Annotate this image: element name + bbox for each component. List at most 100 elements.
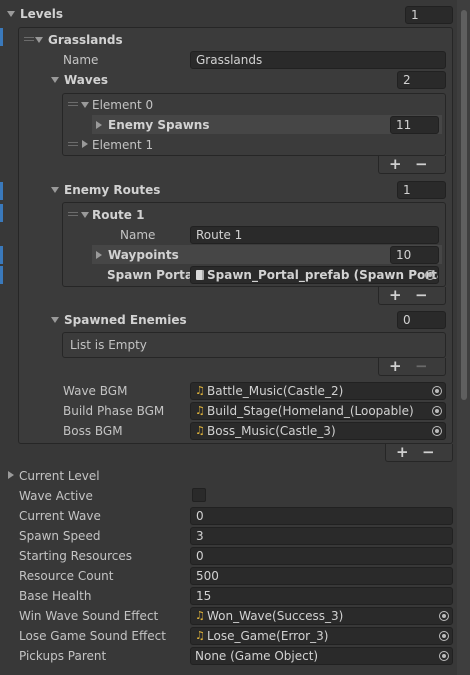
music-note-icon: ♫ bbox=[195, 629, 205, 642]
drag-handle-icon[interactable] bbox=[24, 37, 34, 41]
selection-marker bbox=[0, 246, 3, 264]
remove-spawned-enemy-button: − bbox=[415, 357, 428, 375]
remove-level-button[interactable]: − bbox=[422, 444, 435, 460]
route-name-field[interactable]: Route 1 bbox=[190, 226, 439, 244]
resource-count-label: Resource Count bbox=[19, 569, 114, 583]
drag-handle-icon[interactable] bbox=[68, 212, 78, 216]
waypoints-foldout-icon[interactable] bbox=[96, 251, 102, 259]
wave-bgm-value: Battle_Music(Castle_2) bbox=[207, 384, 344, 398]
music-note-icon: ♫ bbox=[195, 609, 205, 622]
element-1-foldout-icon[interactable] bbox=[82, 140, 88, 148]
current-level-foldout-icon[interactable] bbox=[8, 471, 14, 479]
levels-size-field[interactable]: 1 bbox=[405, 6, 453, 24]
list-empty-text: List is Empty bbox=[70, 338, 147, 352]
route-1-label[interactable]: Route 1 bbox=[92, 207, 144, 223]
build-phase-bgm-value: Build_Stage(Homeland_(Loopable) bbox=[207, 404, 414, 418]
enemy-spawns-label[interactable]: Enemy Spawns bbox=[108, 117, 209, 133]
win-wave-sfx-field[interactable]: ♫ Won_Wave(Success_3) bbox=[190, 607, 453, 625]
lose-game-sfx-value: Lose_Game(Error_3) bbox=[207, 629, 329, 643]
spawned-enemies-size-field[interactable]: 0 bbox=[397, 311, 446, 329]
music-note-icon: ♫ bbox=[195, 404, 205, 417]
object-picker-icon[interactable] bbox=[439, 611, 449, 621]
route-1-foldout-icon[interactable] bbox=[81, 212, 89, 218]
wave-bgm-field[interactable]: ♫ Battle_Music(Castle_2) bbox=[190, 382, 446, 400]
element-1-label[interactable]: Element 1 bbox=[92, 137, 153, 153]
lose-game-sfx-label: Lose Game Sound Effect bbox=[19, 629, 166, 643]
starting-resources-field[interactable]: 0 bbox=[190, 547, 453, 565]
current-level-label[interactable]: Current Level bbox=[19, 468, 100, 484]
spawn-speed-field[interactable]: 3 bbox=[190, 527, 453, 545]
grasslands-label[interactable]: Grasslands bbox=[48, 32, 123, 48]
selection-marker bbox=[0, 204, 3, 222]
waypoints-label[interactable]: Waypoints bbox=[108, 247, 179, 263]
base-health-field[interactable]: 15 bbox=[190, 587, 453, 605]
spawn-speed-label: Spawn Speed bbox=[19, 529, 101, 543]
music-note-icon: ♫ bbox=[195, 424, 205, 437]
grasslands-foldout-icon[interactable] bbox=[35, 37, 43, 43]
waypoints-size-field[interactable]: 10 bbox=[390, 246, 439, 264]
selection-marker bbox=[0, 28, 3, 46]
levels-foldout-icon[interactable] bbox=[7, 11, 15, 17]
selection-marker bbox=[0, 182, 3, 200]
enemy-routes-size-field[interactable]: 1 bbox=[397, 181, 446, 199]
drag-handle-icon[interactable] bbox=[68, 102, 78, 106]
spawn-portal-field[interactable]: Spawn_Portal_prefab (Spawn Portal bbox=[190, 266, 439, 284]
enemy-routes-foldout-icon[interactable] bbox=[51, 187, 59, 193]
wave-bgm-label: Wave BGM bbox=[63, 384, 128, 398]
add-wave-button[interactable]: + bbox=[389, 156, 402, 172]
spawned-enemies-foldout-icon[interactable] bbox=[51, 317, 59, 323]
enemy-routes-label[interactable]: Enemy Routes bbox=[64, 182, 160, 198]
pickups-parent-field[interactable]: None (Game Object) bbox=[190, 647, 453, 665]
starting-resources-label: Starting Resources bbox=[19, 549, 132, 563]
enemy-spawns-size-field[interactable]: 11 bbox=[390, 116, 439, 134]
boss-bgm-label: Boss BGM bbox=[63, 424, 123, 438]
drag-handle-icon[interactable] bbox=[68, 142, 78, 146]
element-0-label[interactable]: Element 0 bbox=[92, 97, 153, 113]
current-wave-field[interactable]: 0 bbox=[190, 507, 453, 525]
music-note-icon: ♫ bbox=[195, 384, 205, 397]
object-picker-icon[interactable] bbox=[432, 386, 442, 396]
waves-size-field[interactable]: 2 bbox=[397, 71, 446, 89]
base-health-label: Base Health bbox=[19, 589, 92, 603]
resource-count-field[interactable]: 500 bbox=[190, 567, 453, 585]
waves-label[interactable]: Waves bbox=[64, 72, 108, 88]
pickups-parent-label: Pickups Parent bbox=[19, 649, 107, 663]
spawn-portal-label: Spawn Portal bbox=[107, 268, 198, 282]
route-name-label: Name bbox=[120, 228, 156, 242]
win-wave-sfx-label: Win Wave Sound Effect bbox=[19, 609, 159, 623]
object-picker-icon[interactable] bbox=[439, 631, 449, 641]
lose-game-sfx-field[interactable]: ♫ Lose_Game(Error_3) bbox=[190, 627, 453, 645]
object-picker-icon[interactable] bbox=[439, 651, 449, 661]
add-level-button[interactable]: + bbox=[396, 444, 409, 460]
boss-bgm-field[interactable]: ♫ Boss_Music(Castle_3) bbox=[190, 422, 446, 440]
levels-label[interactable]: Levels bbox=[20, 6, 63, 22]
routes-list-controls: + − bbox=[378, 287, 446, 305]
object-picker-icon[interactable] bbox=[432, 426, 442, 436]
add-spawned-enemy-button[interactable]: + bbox=[389, 358, 402, 374]
current-wave-label: Current Wave bbox=[19, 509, 101, 523]
build-phase-bgm-label: Build Phase BGM bbox=[63, 404, 165, 418]
spawn-portal-value: Spawn_Portal_prefab (Spawn Portal bbox=[207, 268, 439, 282]
pickups-parent-value: None (Game Object) bbox=[195, 649, 319, 663]
inspector-scrollbar[interactable] bbox=[457, 0, 470, 675]
waves-list-controls: + − bbox=[378, 156, 446, 174]
waves-foldout-icon[interactable] bbox=[51, 77, 59, 83]
win-wave-sfx-value: Won_Wave(Success_3) bbox=[207, 609, 344, 623]
spawned-list-controls: + − bbox=[378, 358, 446, 376]
levels-list-controls: + − bbox=[385, 444, 453, 462]
scrollbar-thumb[interactable] bbox=[461, 10, 467, 400]
enemy-spawns-foldout-icon[interactable] bbox=[96, 121, 102, 129]
wave-active-label: Wave Active bbox=[19, 489, 93, 503]
selection-marker bbox=[0, 266, 3, 284]
build-phase-bgm-field[interactable]: ♫ Build_Stage(Homeland_(Loopable) bbox=[190, 402, 446, 420]
prefab-file-icon bbox=[196, 270, 204, 280]
remove-route-button[interactable]: − bbox=[415, 287, 428, 303]
wave-active-checkbox[interactable] bbox=[192, 488, 206, 502]
object-picker-icon[interactable] bbox=[425, 270, 435, 280]
add-route-button[interactable]: + bbox=[389, 287, 402, 303]
level-name-field[interactable]: Grasslands bbox=[190, 51, 446, 69]
object-picker-icon[interactable] bbox=[432, 406, 442, 416]
remove-wave-button[interactable]: − bbox=[415, 156, 428, 172]
element-0-foldout-icon[interactable] bbox=[81, 102, 89, 108]
spawned-enemies-label[interactable]: Spawned Enemies bbox=[64, 312, 187, 328]
